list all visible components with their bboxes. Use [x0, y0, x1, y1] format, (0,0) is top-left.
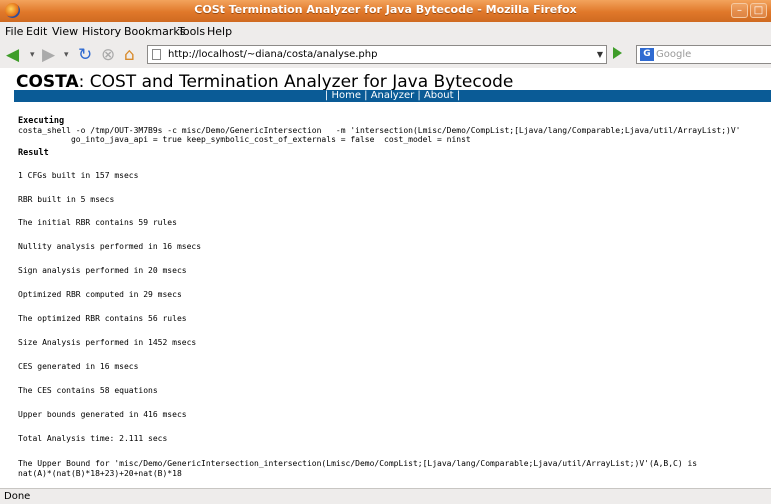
menu-tools[interactable]: Tools: [178, 25, 205, 38]
page-content: COSTA: COST and Termination Analyzer for…: [0, 68, 771, 488]
nav-link-about[interactable]: About: [424, 90, 454, 101]
stop-icon[interactable]: ⊗: [101, 45, 115, 65]
page-title: COSTA: COST and Termination Analyzer for…: [16, 72, 513, 92]
maximize-icon[interactable]: □: [750, 3, 767, 18]
home-icon[interactable]: ⌂: [124, 45, 135, 65]
executing-label: Executing: [18, 116, 65, 126]
search-placeholder: Google: [656, 49, 692, 60]
result-label: Result: [18, 148, 49, 158]
navigation-toolbar: ◀ ▾ ▶ ▾ ↻ ⊗ ⌂ http://localhost/~diana/co…: [0, 42, 771, 69]
go-icon[interactable]: [613, 47, 622, 59]
result-line: CES generated in 16 msecs: [18, 362, 139, 371]
result-line: The initial RBR contains 59 rules: [18, 218, 177, 227]
menu-help[interactable]: Help: [207, 25, 232, 38]
result-line: Optimized RBR computed in 29 msecs: [18, 290, 182, 299]
upper-bound-formula: nat(A)*(nat(B)*18+23)+20+nat(B)*18: [18, 469, 182, 478]
back-icon[interactable]: ◀: [6, 45, 19, 65]
back-dropdown-icon[interactable]: ▾: [30, 45, 35, 65]
status-bar: Done: [0, 488, 771, 504]
brand-name: COSTA: [16, 72, 79, 92]
result-line: Upper bounds generated in 416 msecs: [18, 410, 187, 419]
forward-icon[interactable]: ▶: [42, 45, 55, 65]
minimize-icon[interactable]: –: [731, 3, 748, 18]
command-line-2: go_into_java_api = true keep_symbolic_co…: [18, 135, 471, 144]
search-engine-icon[interactable]: G: [640, 48, 654, 61]
nav-link-home[interactable]: Home: [331, 90, 361, 101]
site-nav-bar: | Home | Analyzer | About |: [14, 90, 771, 102]
page-title-rest: : COST and Termination Analyzer for Java…: [78, 72, 514, 92]
url-text: http://localhost/~diana/costa/analyse.ph…: [168, 49, 378, 60]
command-line-1: costa_shell -o /tmp/OUT-3M7B9s -c misc/D…: [18, 126, 741, 135]
window-titlebar: COSt Termination Analyzer for Java Bytec…: [0, 0, 771, 22]
result-line: Sign analysis performed in 20 msecs: [18, 266, 187, 275]
reload-icon[interactable]: ↻: [78, 45, 92, 65]
menu-edit[interactable]: Edit: [26, 25, 47, 38]
menu-history[interactable]: History: [82, 25, 121, 38]
upper-bound-line: The Upper Bound for 'misc/Demo/GenericIn…: [18, 459, 698, 468]
window-controls: – □: [731, 3, 767, 18]
result-line: Total Analysis time: 2.111 secs: [18, 434, 168, 443]
result-line: 1 CFGs built in 157 msecs: [18, 171, 139, 180]
result-line: The optimized RBR contains 56 rules: [18, 314, 187, 323]
search-box[interactable]: G Google: [636, 45, 771, 64]
forward-dropdown-icon[interactable]: ▾: [64, 45, 69, 65]
page-icon: [152, 49, 161, 60]
menu-view[interactable]: View: [52, 25, 78, 38]
result-line: Size Analysis performed in 1452 msecs: [18, 338, 197, 347]
nav-link-analyzer[interactable]: Analyzer: [371, 90, 415, 101]
window-title: COSt Termination Analyzer for Java Bytec…: [194, 3, 577, 16]
address-bar[interactable]: http://localhost/~diana/costa/analyse.ph…: [147, 45, 607, 64]
command-line: costa_shell -o /tmp/OUT-3M7B9s -c misc/D…: [18, 126, 740, 144]
result-line: RBR built in 5 msecs: [18, 195, 115, 204]
status-text: Done: [4, 491, 31, 502]
result-line: Nullity analysis performed in 16 msecs: [18, 242, 202, 251]
menu-bookmarks[interactable]: Bookmarks: [124, 25, 185, 38]
menubar: File Edit View History Bookmarks Tools H…: [0, 22, 771, 43]
url-dropdown-icon[interactable]: ▼: [597, 46, 603, 63]
menu-file[interactable]: File: [5, 25, 23, 38]
result-line: The CES contains 58 equations: [18, 386, 158, 395]
